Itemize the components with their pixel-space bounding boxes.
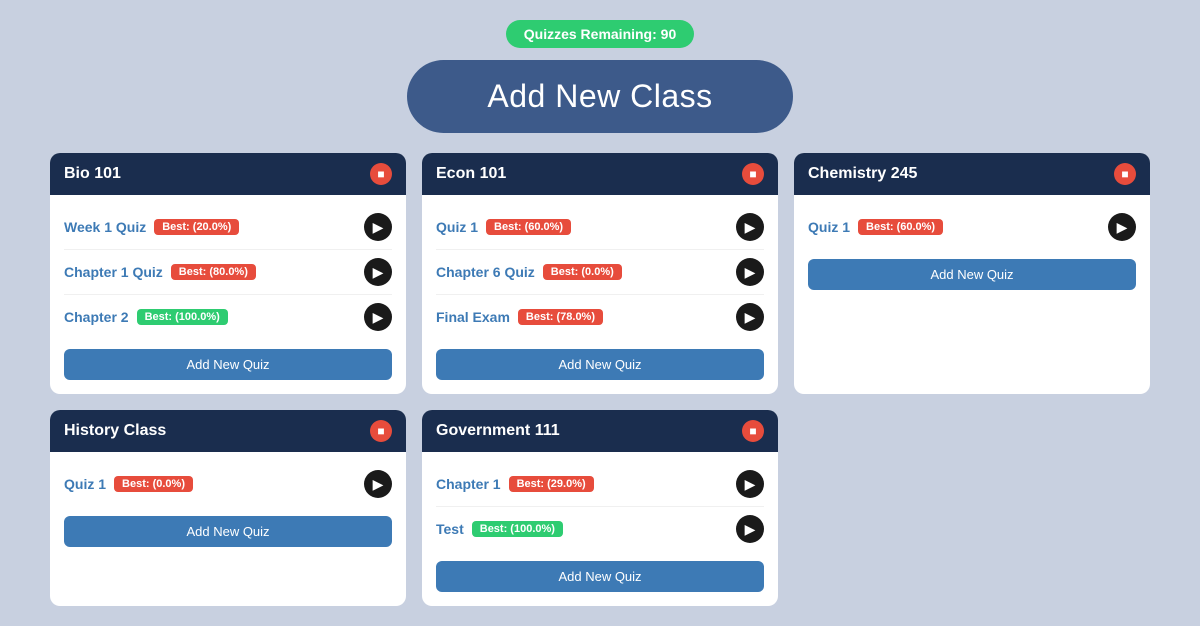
quiz-name-history-0: Quiz 1 <box>64 476 106 492</box>
quiz-row-gov111-0: Chapter 1 Best: (29.0%) ▶ <box>436 462 764 507</box>
quiz-best-badge-econ101-2: Best: (78.0%) <box>518 309 603 325</box>
card-title-econ101: Econ 101 <box>436 165 506 183</box>
quiz-best-badge-bio101-0: Best: (20.0%) <box>154 219 239 235</box>
quiz-name-bio101-0: Week 1 Quiz <box>64 219 146 235</box>
quiz-info-econ101-0: Quiz 1 Best: (60.0%) <box>436 219 571 235</box>
add-quiz-button-gov111[interactable]: Add New Quiz <box>436 561 764 592</box>
quiz-name-bio101-2: Chapter 2 <box>64 309 129 325</box>
card-body-chem245: Quiz 1 Best: (60.0%) ▶ Add New Quiz <box>794 195 1150 304</box>
card-header-bio101: Bio 101 ■ <box>50 153 406 195</box>
quiz-action-button-econ101-0[interactable]: ▶ <box>736 213 764 241</box>
quiz-best-badge-econ101-1: Best: (0.0%) <box>543 264 622 280</box>
quiz-name-chem245-0: Quiz 1 <box>808 219 850 235</box>
quiz-name-gov111-0: Chapter 1 <box>436 476 501 492</box>
class-card-gov111: Government 111■Chapter 1Best: (29.0%)▶Te… <box>422 410 778 606</box>
class-card-econ101: Econ 101■Quiz 1Best: (60.0%)▶Chapter 6 Q… <box>422 153 778 394</box>
add-quiz-button-econ101[interactable]: Add New Quiz <box>436 349 764 380</box>
quizzes-remaining-badge: Quizzes Remaining: 90 <box>506 20 694 48</box>
quiz-row-bio101-2: Chapter 2 Best: (100.0%) ▶ <box>64 295 392 339</box>
quiz-name-bio101-1: Chapter 1 Quiz <box>64 264 163 280</box>
quiz-name-econ101-0: Quiz 1 <box>436 219 478 235</box>
add-new-class-button[interactable]: Add New Class <box>407 60 792 133</box>
card-header-econ101: Econ 101 ■ <box>422 153 778 195</box>
card-body-gov111: Chapter 1 Best: (29.0%) ▶ Test Best: (100.0%… <box>422 452 778 606</box>
quiz-row-econ101-2: Final Exam Best: (78.0%) ▶ <box>436 295 764 339</box>
delete-card-chem245-button[interactable]: ■ <box>1114 163 1136 185</box>
class-card-chem245: Chemistry 245 ■ Quiz 1 Best: (60.0%) ▶ Add Ne… <box>794 153 1150 394</box>
quiz-row-gov111-1: Test Best: (100.0%) ▶ <box>436 507 764 551</box>
quiz-info-history-0: Quiz 1 Best: (0.0%) <box>64 476 193 492</box>
class-card-bio101: Bio 101■Week 1 QuizBest: (20.0%)▶Chapter… <box>50 153 406 394</box>
delete-card-gov111-button[interactable]: ■ <box>742 420 764 442</box>
card-header-gov111: Government 111 ■ <box>422 410 778 452</box>
quiz-name-econ101-1: Chapter 6 Quiz <box>436 264 535 280</box>
quiz-best-badge-gov111-0: Best: (29.0%) <box>509 476 594 492</box>
quiz-row-bio101-0: Week 1 Quiz Best: (20.0%) ▶ <box>64 205 392 250</box>
quiz-row-history-0: Quiz 1 Best: (0.0%) ▶ <box>64 462 392 506</box>
quiz-row-chem245-0: Quiz 1 Best: (60.0%) ▶ <box>808 205 1136 249</box>
quiz-best-badge-gov111-1: Best: (100.0%) <box>472 521 563 537</box>
card-title-history: History Class <box>64 422 166 440</box>
quiz-best-badge-history-0: Best: (0.0%) <box>114 476 193 492</box>
quiz-row-econ101-0: Quiz 1 Best: (60.0%) ▶ <box>436 205 764 250</box>
quiz-info-bio101-2: Chapter 2 Best: (100.0%) <box>64 309 228 325</box>
card-body-bio101: Week 1 Quiz Best: (20.0%) ▶ Chapter 1 Quiz B… <box>50 195 406 394</box>
quiz-info-econ101-2: Final Exam Best: (78.0%) <box>436 309 603 325</box>
quiz-action-button-bio101-0[interactable]: ▶ <box>364 213 392 241</box>
card-body-history: Quiz 1 Best: (0.0%) ▶ Add New Quiz <box>50 452 406 561</box>
quiz-name-econ101-2: Final Exam <box>436 309 510 325</box>
card-header-chem245: Chemistry 245 ■ <box>794 153 1150 195</box>
card-title-bio101: Bio 101 <box>64 165 121 183</box>
quiz-action-button-gov111-1[interactable]: ▶ <box>736 515 764 543</box>
delete-card-econ101-button[interactable]: ■ <box>742 163 764 185</box>
quiz-action-button-bio101-2[interactable]: ▶ <box>364 303 392 331</box>
quiz-info-chem245-0: Quiz 1 Best: (60.0%) <box>808 219 943 235</box>
quiz-action-button-econ101-2[interactable]: ▶ <box>736 303 764 331</box>
add-quiz-button-bio101[interactable]: Add New Quiz <box>64 349 392 380</box>
delete-card-bio101-button[interactable]: ■ <box>370 163 392 185</box>
quiz-row-bio101-1: Chapter 1 Quiz Best: (80.0%) ▶ <box>64 250 392 295</box>
add-quiz-button-history[interactable]: Add New Quiz <box>64 516 392 547</box>
top-section: Quizzes Remaining: 90 Add New Class <box>20 20 1180 133</box>
card-title-chem245: Chemistry 245 <box>808 165 917 183</box>
quiz-best-badge-bio101-1: Best: (80.0%) <box>171 264 256 280</box>
card-header-history: History Class ■ <box>50 410 406 452</box>
quiz-action-button-chem245-0[interactable]: ▶ <box>1108 213 1136 241</box>
quiz-info-bio101-0: Week 1 Quiz Best: (20.0%) <box>64 219 239 235</box>
delete-card-history-button[interactable]: ■ <box>370 420 392 442</box>
quiz-row-econ101-1: Chapter 6 Quiz Best: (0.0%) ▶ <box>436 250 764 295</box>
quiz-info-gov111-1: Test Best: (100.0%) <box>436 521 563 537</box>
class-card-history: History Class ■ Quiz 1 Best: (0.0%) ▶ Add New… <box>50 410 406 606</box>
card-body-econ101: Quiz 1 Best: (60.0%) ▶ Chapter 6 Quiz Best: … <box>422 195 778 394</box>
quiz-action-button-history-0[interactable]: ▶ <box>364 470 392 498</box>
card-title-gov111: Government 111 <box>436 422 560 440</box>
quiz-action-button-econ101-1[interactable]: ▶ <box>736 258 764 286</box>
add-quiz-button-chem245[interactable]: Add New Quiz <box>808 259 1136 290</box>
quiz-action-button-bio101-1[interactable]: ▶ <box>364 258 392 286</box>
quiz-action-button-gov111-0[interactable]: ▶ <box>736 470 764 498</box>
quiz-best-badge-bio101-2: Best: (100.0%) <box>137 309 228 325</box>
quiz-best-badge-econ101-0: Best: (60.0%) <box>486 219 571 235</box>
cards-grid: Bio 101■Week 1 QuizBest: (20.0%)▶Chapter… <box>50 153 1150 606</box>
quiz-info-bio101-1: Chapter 1 Quiz Best: (80.0%) <box>64 264 256 280</box>
quiz-best-badge-chem245-0: Best: (60.0%) <box>858 219 943 235</box>
quiz-info-econ101-1: Chapter 6 Quiz Best: (0.0%) <box>436 264 622 280</box>
quiz-name-gov111-1: Test <box>436 521 464 537</box>
quiz-info-gov111-0: Chapter 1 Best: (29.0%) <box>436 476 594 492</box>
